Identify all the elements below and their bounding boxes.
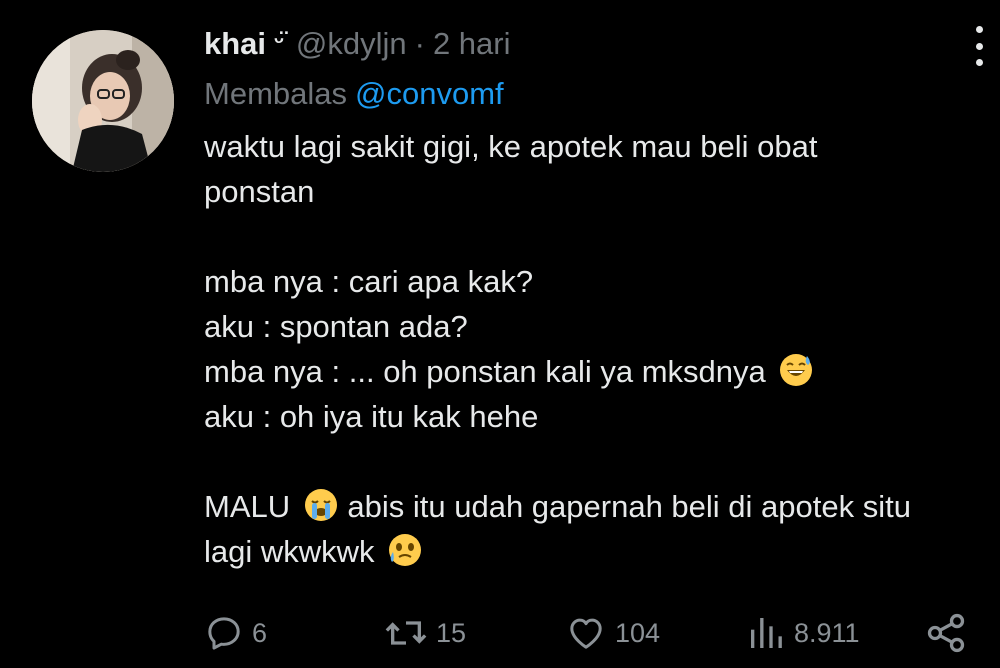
- reply-to-handle-link[interactable]: @convomf: [355, 76, 504, 112]
- like-count: 104: [615, 617, 661, 648]
- more-options-button[interactable]: [966, 26, 992, 66]
- reply-button[interactable]: 6: [204, 608, 267, 658]
- separator-dot: ·: [414, 26, 425, 61]
- more-dot-icon: [975, 26, 983, 33]
- share-icon: [927, 613, 965, 653]
- tweet-text: waktu lagi sakit gigi, ke apotek mau bel…: [204, 124, 994, 574]
- tweet-line-text: mba nya : ... oh ponstan kali ya mksdnya: [204, 354, 766, 389]
- tweet-line: mba nya : cari apa kak?: [204, 264, 534, 299]
- retweet-icon: [385, 621, 427, 645]
- author-name[interactable]: khai: [204, 26, 266, 62]
- loudly-crying-face-emoji: [304, 489, 337, 521]
- tweet-line: ponstan: [204, 174, 315, 209]
- tweet-line-with-emoji: mba nya : ... oh ponstan kali ya mksdnya: [204, 349, 994, 394]
- more-dot-icon: [975, 59, 983, 66]
- heart-icon: [570, 618, 602, 649]
- views-button[interactable]: 8.911: [746, 608, 860, 658]
- tweet-line-with-emoji: MALU abis itu udah gapernah beli di apot…: [204, 484, 994, 529]
- tweet-line-text: lagi wkwkwk: [204, 534, 375, 569]
- reply-prefix: Membalas: [204, 76, 347, 111]
- view-count: 8.911: [794, 617, 860, 648]
- like-button[interactable]: 104: [565, 608, 660, 658]
- reply-count: 6: [252, 617, 268, 648]
- author-handle[interactable]: @kdyljn: [296, 26, 407, 62]
- author-name-emoji: ᵕ̈: [274, 28, 284, 55]
- more-dot-icon: [975, 42, 983, 50]
- grinning-face-with-sweat-emoji: [780, 354, 813, 386]
- avatar[interactable]: [32, 30, 174, 172]
- tweet-line-text: MALU: [204, 489, 291, 524]
- tweet-line: waktu lagi sakit gigi, ke apotek mau bel…: [204, 129, 818, 164]
- reply-context: Membalas @convomf: [204, 72, 504, 116]
- tweet-line: aku : spontan ada?: [204, 309, 468, 344]
- share-button[interactable]: [924, 608, 968, 658]
- tweet-timestamp[interactable]: 2 hari: [433, 26, 511, 62]
- tweet-line-with-emoji: lagi wkwkwk: [204, 529, 994, 574]
- tweet-actions-bar: 6 15 104 8.911: [0, 608, 1000, 658]
- face-holding-back-tears-emoji: [389, 534, 422, 566]
- tweet-line-text: abis itu udah gapernah beli di apotek si…: [347, 489, 911, 524]
- retweet-count: 15: [436, 617, 467, 648]
- tweet-line: aku : oh iya itu kak hehe: [204, 399, 539, 434]
- retweet-button[interactable]: 15: [384, 608, 466, 658]
- reply-icon: [208, 617, 240, 650]
- views-bar-chart-icon: [751, 618, 782, 648]
- tweet-header: khai ᵕ̈ @kdyljn · 2 hari: [204, 22, 511, 66]
